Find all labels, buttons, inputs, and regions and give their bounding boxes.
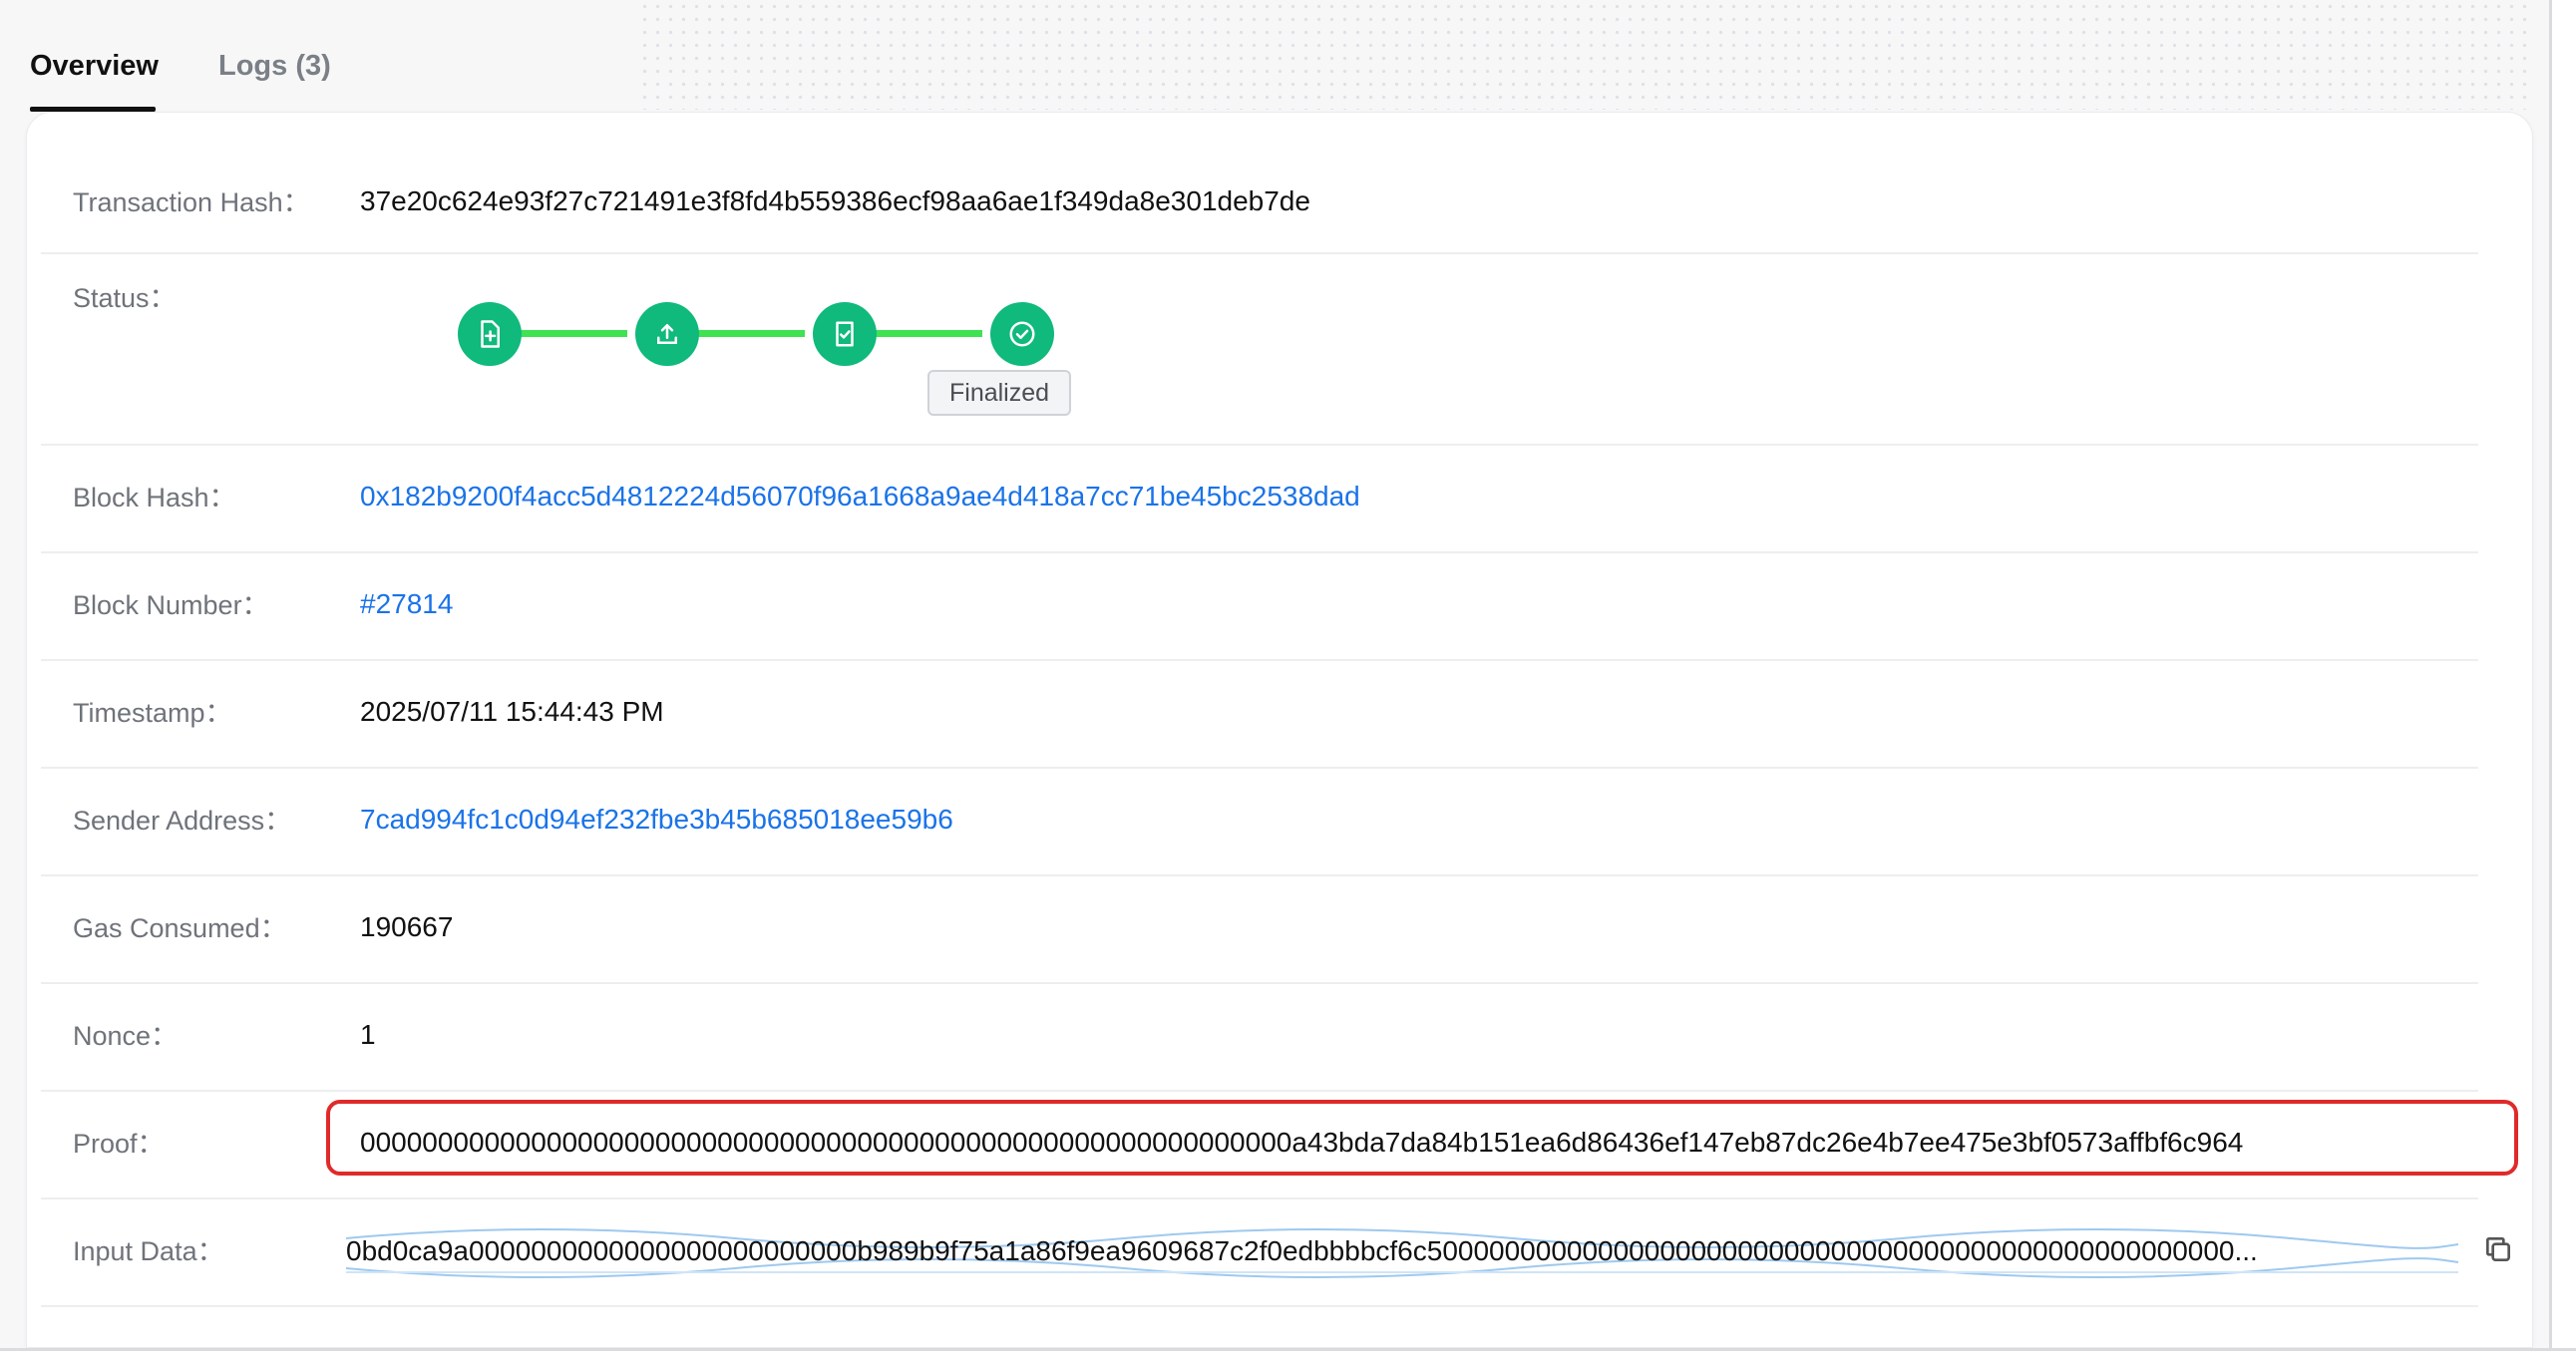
input-data-value: 0bd0ca9a0000000000000000000000000b989b9f…: [346, 1235, 2258, 1266]
transaction-details-card: Transaction Hash： 37e20c624e93f27c721491…: [26, 112, 2533, 1348]
file-add-icon: [481, 320, 500, 348]
upload-icon: [657, 324, 677, 344]
page: Overview Logs (3) Transaction Hash： 37e2…: [0, 0, 2576, 1361]
timestamp-label: Timestamp：: [73, 698, 232, 728]
row-status: Status：: [41, 254, 2478, 446]
proof-label: Proof：: [73, 1129, 165, 1159]
timestamp-value: 2025/07/11 15:44:43 PM: [360, 696, 664, 727]
check-circle-icon: [1009, 321, 1035, 347]
file-check-icon: [836, 321, 854, 347]
block-number-link[interactable]: #27814: [360, 586, 453, 622]
sender-address-label: Sender Address：: [73, 806, 292, 836]
transaction-hash-label: Transaction Hash：: [73, 187, 310, 217]
gas-consumed-label: Gas Consumed：: [73, 913, 287, 943]
status-connector-1: [508, 330, 627, 337]
proof-highlight-box: [326, 1100, 2518, 1176]
status-connector-3: [863, 330, 982, 337]
transaction-hash-value: 37e20c624e93f27c721491e3f8fd4b559386ecf9…: [360, 185, 1310, 216]
status-step-included: [813, 302, 877, 366]
block-hash-label: Block Hash：: [73, 483, 236, 512]
window-frame-right: [2549, 0, 2576, 1361]
row-nonce: Nonce： 1: [41, 984, 2478, 1092]
status-connector-2: [685, 330, 805, 337]
tab-overview[interactable]: Overview: [30, 48, 159, 84]
nonce-label: Nonce：: [73, 1021, 179, 1051]
status-label: Status：: [73, 283, 177, 313]
status-step-submitted: [458, 302, 522, 366]
row-sender-address: Sender Address： 7cad994fc1c0d94ef232fbe3…: [41, 769, 2478, 876]
background-dot-pattern: [638, 0, 2533, 110]
nonce-value: 1: [360, 1019, 376, 1050]
copy-icon[interactable]: [2482, 1233, 2514, 1265]
row-gas-consumed: Gas Consumed： 190667: [41, 876, 2478, 984]
window-frame-bottom: [0, 1348, 2576, 1361]
row-block-hash: Block Hash： 0x182b9200f4acc5d4812224d560…: [41, 446, 2478, 553]
status-badge: Finalized: [927, 370, 1072, 416]
tab-logs[interactable]: Logs (3): [218, 48, 331, 84]
status-step-finalized: [990, 302, 1054, 366]
status-step-broadcast: [635, 302, 699, 366]
sender-address-link[interactable]: 7cad994fc1c0d94ef232fbe3b45b685018ee59b6: [360, 802, 953, 838]
row-timestamp: Timestamp： 2025/07/11 15:44:43 PM: [41, 661, 2478, 769]
gas-consumed-value: 190667: [360, 911, 454, 942]
row-transaction-hash: Transaction Hash： 37e20c624e93f27c721491…: [41, 113, 2478, 254]
tab-bar: Overview Logs (3): [0, 0, 339, 112]
input-data-label: Input Data：: [73, 1236, 224, 1266]
row-block-number: Block Number： #27814: [41, 553, 2478, 661]
block-hash-link[interactable]: 0x182b9200f4acc5d4812224d56070f96a1668a9…: [360, 479, 1360, 514]
block-number-label: Block Number：: [73, 590, 269, 620]
